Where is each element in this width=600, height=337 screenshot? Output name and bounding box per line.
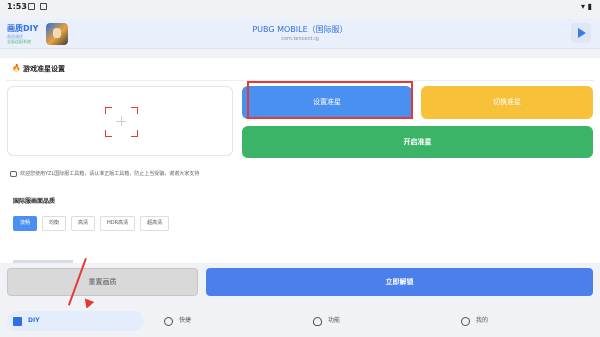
reset-quality-button[interactable]: 重置画质 xyxy=(7,268,198,296)
tab-functions[interactable]: 功能 xyxy=(313,311,340,331)
crosshair-section-title: 游戏准星设置 xyxy=(23,65,65,73)
compass-icon xyxy=(164,316,173,326)
quality-card: 国际服画面品质 流畅 均衡 高清 HDR高清 超高清 xyxy=(6,188,594,263)
tab-label: 我的 xyxy=(476,317,489,324)
app-notification-icon xyxy=(40,3,47,10)
lightbulb-icon xyxy=(313,316,322,326)
tab-label: 快捷 xyxy=(179,317,192,324)
quality-option-balanced[interactable]: 均衡 xyxy=(42,216,67,231)
message-icon xyxy=(10,170,17,177)
quality-options: 流畅 均衡 高清 HDR高清 超高清 xyxy=(13,216,170,231)
notice-text: 欢迎您使用YZL国际服工具箱，请认准正版工具箱，防止上当受骗，谢谢大家支持 xyxy=(20,171,200,177)
image-notification-icon xyxy=(28,3,35,10)
open-crosshair-button[interactable]: 开启准星 xyxy=(242,126,593,158)
frame-corner xyxy=(131,130,138,137)
fire-icon: 🔥 xyxy=(12,64,21,72)
switch-crosshair-button[interactable]: 切换准星 xyxy=(421,86,593,119)
quality-title: 国际服画面品质 xyxy=(13,198,56,205)
tab-mine[interactable]: 我的 xyxy=(461,311,488,331)
tab-diy[interactable]: DIY xyxy=(7,311,144,331)
crosshair-icon-vertical xyxy=(121,116,122,126)
play-icon xyxy=(578,28,586,38)
quality-option-uhd[interactable]: 超高清 xyxy=(140,216,170,231)
frame-corner xyxy=(105,107,112,114)
game-package: com.tencent.ig xyxy=(281,36,319,42)
main-panel: 🔥 游戏准星设置 设置准星 切换准星 开启准星 欢迎您使用YZL国际服工具箱，请… xyxy=(0,58,600,263)
home-icon xyxy=(13,316,22,326)
tab-label: 功能 xyxy=(328,317,341,324)
bottom-tab-bar: DIY 快捷 功能 我的 xyxy=(0,308,600,337)
crosshair-section-header: 🔥 游戏准星设置 xyxy=(12,64,65,74)
tab-quick[interactable]: 快捷 xyxy=(164,311,191,331)
tab-label: DIY xyxy=(28,317,40,324)
user-face-icon xyxy=(461,316,470,326)
status-bar: 1:53 ▾ ▮ xyxy=(0,0,600,14)
divider xyxy=(6,80,594,81)
frame-corner xyxy=(131,107,138,114)
crosshair-preview xyxy=(7,86,233,156)
wifi-battery-icon: ▾ ▮ xyxy=(581,2,592,11)
frame-corner xyxy=(105,130,112,137)
set-crosshair-button[interactable]: 设置准星 xyxy=(242,86,412,119)
app-header: 画质DIY 画质调优 全面适配系统 PUBG MOBILE（国际服） com.t… xyxy=(0,19,600,49)
quality-option-smooth[interactable]: 流畅 xyxy=(13,216,38,231)
quality-option-hd[interactable]: 高清 xyxy=(71,216,96,231)
game-title: PUBG MOBILE（国际服） xyxy=(252,25,348,34)
unlock-now-button[interactable]: 立即解锁 xyxy=(206,268,593,296)
notice-bar: 欢迎您使用YZL国际服工具箱，请认准正版工具箱，防止上当受骗，谢谢大家支持 xyxy=(10,170,199,177)
quality-option-hdr[interactable]: HDR高清 xyxy=(100,216,136,231)
launch-game-button[interactable] xyxy=(571,23,591,43)
status-time: 1:53 xyxy=(7,2,27,11)
